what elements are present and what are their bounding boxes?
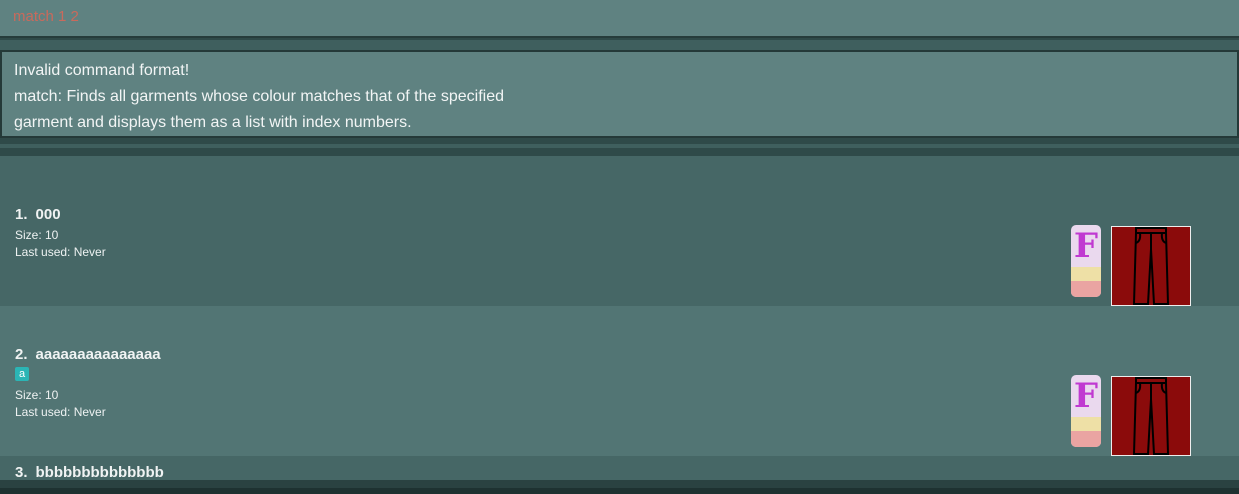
divider: [0, 40, 1239, 50]
status-bar: [0, 480, 1239, 494]
garment-title: 1. 000: [15, 206, 61, 223]
garment-card[interactable]: 2. aaaaaaaaaaaaaaa a Size: 10 Last used: …: [0, 306, 1239, 456]
garment-index: 2.: [15, 346, 28, 363]
command-input-text[interactable]: match 1 2: [13, 8, 79, 25]
garment-last-used: Last used: Never: [15, 245, 106, 259]
command-box[interactable]: match 1 2: [0, 0, 1239, 38]
garment-last-used: Last used: Never: [15, 405, 106, 419]
garment-index: 3.: [15, 464, 28, 481]
garment-title: 3. bbbbbbbbbbbbbb: [15, 464, 164, 481]
formality-icon: F: [1071, 375, 1101, 447]
pants-icon: [1111, 226, 1191, 306]
garment-size: Size: 10: [15, 388, 59, 402]
result-line: Invalid command format!: [14, 62, 190, 79]
splitter[interactable]: [0, 138, 1239, 156]
garment-card[interactable]: 1. 000 Size: 10 Last used: Never F: [0, 156, 1239, 306]
garment-card[interactable]: 3. bbbbbbbbbbbbbb: [0, 456, 1239, 481]
garment-name: aaaaaaaaaaaaaaa: [35, 346, 161, 363]
garment-size: Size: 10: [15, 228, 59, 242]
pants-icon: [1111, 376, 1191, 456]
garment-title: 2. aaaaaaaaaaaaaaa: [15, 346, 161, 363]
result-display: Invalid command format! match: Finds all…: [0, 50, 1239, 138]
garment-name: bbbbbbbbbbbbbb: [35, 464, 164, 481]
result-line: garment and displays them as a list with…: [14, 114, 412, 131]
garment-index: 1.: [15, 206, 28, 223]
formality-icon: F: [1071, 225, 1101, 297]
result-line: match: Finds all garments whose colour m…: [14, 88, 505, 105]
garment-name: 000: [35, 206, 61, 223]
garment-tag: a: [15, 367, 30, 381]
